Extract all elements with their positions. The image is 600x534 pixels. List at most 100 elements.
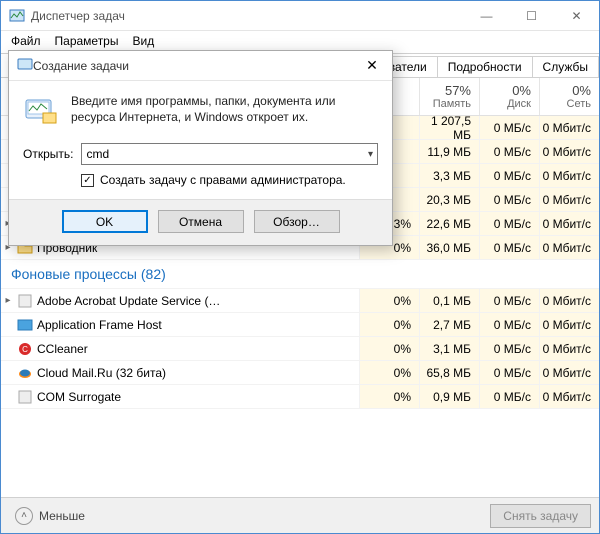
- titlebar: Диспетчер задач — ☐ ✕: [1, 1, 599, 31]
- net-cell: 0 Мбит/с: [539, 140, 599, 163]
- disk-cell: 0 МБ/с: [479, 236, 539, 259]
- mem-cell: 1 207,5 МБ: [419, 116, 479, 139]
- process-icon: [17, 317, 33, 333]
- process-name: COM Surrogate: [37, 390, 359, 404]
- cancel-button[interactable]: Отмена: [158, 210, 244, 233]
- close-button[interactable]: ✕: [554, 1, 599, 30]
- dialog-text: Введите имя программы, папки, документа …: [71, 93, 378, 129]
- col-disk[interactable]: 0% Диск: [479, 78, 539, 115]
- menu-view[interactable]: Вид: [126, 33, 160, 49]
- open-combobox[interactable]: cmd ▾: [81, 143, 378, 165]
- disk-pct: 0%: [512, 83, 531, 98]
- tab-details[interactable]: Подробности: [437, 56, 533, 77]
- net-cell: 0 Мбит/с: [539, 313, 599, 336]
- end-task-button[interactable]: Снять задачу: [490, 504, 591, 528]
- run-icon: [23, 93, 59, 129]
- dialog-footer: OK Отмена Обзор…: [9, 199, 392, 245]
- mem-cell: 65,8 МБ: [419, 361, 479, 384]
- tab-services[interactable]: Службы: [532, 56, 599, 77]
- disk-cell: 0 МБ/с: [479, 116, 539, 139]
- disk-cell: 0 МБ/с: [479, 313, 539, 336]
- admin-checkbox[interactable]: ✓ Создать задачу с правами администратор…: [81, 173, 378, 187]
- minimize-button[interactable]: —: [464, 1, 509, 30]
- disk-cell: 0 МБ/с: [479, 212, 539, 235]
- expander-icon[interactable]: ▸: [1, 295, 15, 306]
- net-pct: 0%: [572, 83, 591, 98]
- mem-cell: 2,7 МБ: [419, 313, 479, 336]
- disk-cell: 0 МБ/с: [479, 361, 539, 384]
- mem-cell: 0,1 МБ: [419, 289, 479, 312]
- net-cell: 0 Мбит/с: [539, 289, 599, 312]
- disk-cell: 0 МБ/с: [479, 337, 539, 360]
- admin-checkbox-label: Создать задачу с правами администратора.: [100, 173, 346, 187]
- table-row[interactable]: COM Surrogate0%0,9 МБ0 МБ/с0 Мбит/с: [1, 385, 599, 409]
- fewer-details-button[interactable]: ˄ Меньше: [9, 505, 91, 527]
- table-row[interactable]: Application Frame Host0%2,7 МБ0 МБ/с0 Мб…: [1, 313, 599, 337]
- maximize-button[interactable]: ☐: [509, 1, 554, 30]
- memory-label: Память: [433, 98, 471, 110]
- disk-cell: 0 МБ/с: [479, 385, 539, 408]
- net-cell: 0 Мбит/с: [539, 188, 599, 211]
- open-label: Открыть:: [23, 147, 73, 161]
- run-dialog: Создание задачи ✕ Введите имя программы,…: [8, 50, 393, 246]
- mem-cell: 3,3 МБ: [419, 164, 479, 187]
- process-icon: C: [17, 341, 33, 357]
- menubar: Файл Параметры Вид: [1, 31, 599, 51]
- disk-cell: 0 МБ/с: [479, 164, 539, 187]
- svg-text:C: C: [22, 345, 28, 354]
- disk-cell: 0 МБ/с: [479, 140, 539, 163]
- net-cell: 0 Мбит/с: [539, 164, 599, 187]
- app-icon: [9, 8, 25, 24]
- col-net[interactable]: 0% Сеть: [539, 78, 599, 115]
- cpu-cell: 0%: [359, 385, 419, 408]
- process-name: Application Frame Host: [37, 318, 359, 332]
- process-icon: [17, 293, 33, 309]
- dialog-title: Создание задачи: [33, 59, 352, 73]
- menu-options[interactable]: Параметры: [49, 33, 125, 49]
- window-title: Диспетчер задач: [31, 9, 464, 23]
- fewer-details-label: Меньше: [39, 509, 85, 523]
- ok-button[interactable]: OK: [62, 210, 148, 233]
- cpu-cell: 0%: [359, 361, 419, 384]
- table-row[interactable]: ▸Adobe Acrobat Update Service (…0%0,1 МБ…: [1, 289, 599, 313]
- cpu-cell: 0%: [359, 337, 419, 360]
- open-value: cmd: [86, 147, 368, 161]
- disk-cell: 0 МБ/с: [479, 188, 539, 211]
- mem-cell: 3,1 МБ: [419, 337, 479, 360]
- dialog-close-button[interactable]: ✕: [352, 51, 392, 80]
- mem-cell: 11,9 МБ: [419, 140, 479, 163]
- memory-pct: 57%: [445, 83, 471, 98]
- mem-cell: 22,6 МБ: [419, 212, 479, 235]
- dialog-titlebar: Создание задачи ✕: [9, 51, 392, 81]
- process-name: Cloud Mail.Ru (32 бита): [37, 366, 359, 380]
- process-icon: [17, 389, 33, 405]
- mem-cell: 36,0 МБ: [419, 236, 479, 259]
- col-memory[interactable]: 57% Память: [419, 78, 479, 115]
- cpu-cell: 0%: [359, 313, 419, 336]
- net-cell: 0 Мбит/с: [539, 236, 599, 259]
- menu-file[interactable]: Файл: [5, 33, 47, 49]
- browse-button[interactable]: Обзор…: [254, 210, 340, 233]
- net-label: Сеть: [567, 98, 591, 110]
- chevron-down-icon: ▾: [368, 149, 373, 160]
- disk-label: Диск: [507, 98, 531, 110]
- table-row[interactable]: Cloud Mail.Ru (32 бита)0%65,8 МБ0 МБ/с0 …: [1, 361, 599, 385]
- cpu-cell: 0%: [359, 289, 419, 312]
- mem-cell: 20,3 МБ: [419, 188, 479, 211]
- bg-processes-header[interactable]: Фоновые процессы (82): [1, 260, 599, 289]
- net-cell: 0 Мбит/с: [539, 337, 599, 360]
- process-name: CCleaner: [37, 342, 359, 356]
- dialog-body: Введите имя программы, папки, документа …: [9, 81, 392, 199]
- net-cell: 0 Мбит/с: [539, 385, 599, 408]
- statusbar: ˄ Меньше Снять задачу: [1, 497, 599, 533]
- table-row[interactable]: C CCleaner0%3,1 МБ0 МБ/с0 Мбит/с: [1, 337, 599, 361]
- process-icon: [17, 365, 33, 381]
- chevron-up-icon: ˄: [15, 507, 33, 525]
- mem-cell: 0,9 МБ: [419, 385, 479, 408]
- checkbox-checked-icon: ✓: [81, 174, 94, 187]
- net-cell: 0 Мбит/с: [539, 361, 599, 384]
- disk-cell: 0 МБ/с: [479, 289, 539, 312]
- run-dialog-icon: [17, 56, 33, 75]
- net-cell: 0 Мбит/с: [539, 212, 599, 235]
- net-cell: 0 Мбит/с: [539, 116, 599, 139]
